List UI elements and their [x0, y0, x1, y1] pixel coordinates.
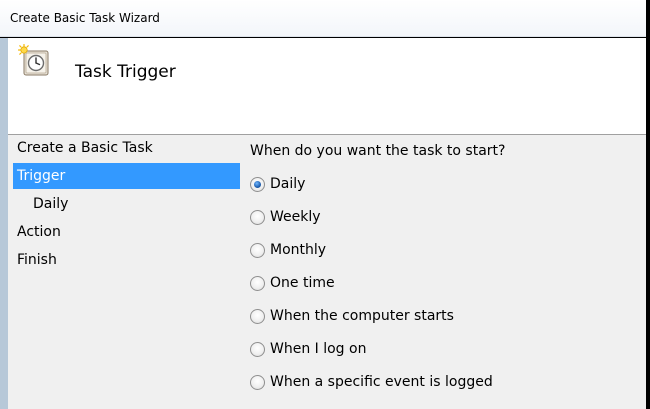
radio-option-log-on[interactable]: When I log on [250, 340, 640, 360]
radio-option-one-time[interactable]: One time [250, 274, 640, 294]
radio-button[interactable] [250, 309, 265, 324]
nav-item-label: Trigger [17, 168, 66, 184]
window-title: Create Basic Task Wizard [10, 11, 160, 25]
radio-label[interactable]: One time [270, 275, 335, 291]
radio-button[interactable] [250, 276, 265, 291]
nav-item-label: Finish [17, 252, 57, 268]
radio-label[interactable]: Weekly [270, 209, 321, 225]
radio-label[interactable]: Monthly [270, 242, 326, 258]
nav-item-label: Action [17, 224, 61, 240]
nav-item-trigger[interactable]: Trigger [13, 163, 240, 189]
nav-item-daily[interactable]: Daily [13, 191, 240, 217]
wizard-header: Task Trigger [8, 38, 646, 134]
window-left-border [0, 38, 8, 409]
radio-option-event-logged[interactable]: When a specific event is logged [250, 373, 640, 393]
title-bar[interactable]: Create Basic Task Wizard [0, 0, 646, 37]
nav-item-label: Create a Basic Task [17, 140, 153, 156]
question-label: When do you want the task to start? [250, 143, 506, 159]
trigger-options-panel: When do you want the task to start? Dail… [250, 135, 640, 409]
wizard-steps-nav: Create a Basic Task Trigger Daily Action… [8, 135, 240, 409]
radio-label[interactable]: When the computer starts [270, 308, 454, 324]
radio-button[interactable] [250, 375, 265, 390]
radio-option-monthly[interactable]: Monthly [250, 241, 640, 261]
radio-label[interactable]: When a specific event is logged [270, 374, 493, 390]
radio-button[interactable] [250, 243, 265, 258]
radio-button[interactable] [250, 210, 265, 225]
radio-label[interactable]: When I log on [270, 341, 366, 357]
window-right-border [646, 0, 650, 409]
radio-label[interactable]: Daily [270, 176, 305, 192]
nav-item-finish[interactable]: Finish [13, 247, 240, 273]
nav-item-create-basic-task[interactable]: Create a Basic Task [13, 135, 240, 161]
wizard-window: Create Basic Task Wizard Task Trigger Cr… [0, 0, 650, 409]
radio-button[interactable] [250, 177, 265, 192]
radio-button[interactable] [250, 342, 265, 357]
task-clock-icon [17, 43, 52, 78]
radio-option-weekly[interactable]: Weekly [250, 208, 640, 228]
page-title: Task Trigger [75, 62, 176, 82]
nav-item-label: Daily [33, 196, 69, 212]
radio-option-computer-starts[interactable]: When the computer starts [250, 307, 640, 327]
wizard-body: Create a Basic Task Trigger Daily Action… [8, 135, 646, 409]
nav-item-action[interactable]: Action [13, 219, 240, 245]
radio-option-daily[interactable]: Daily [250, 175, 640, 195]
